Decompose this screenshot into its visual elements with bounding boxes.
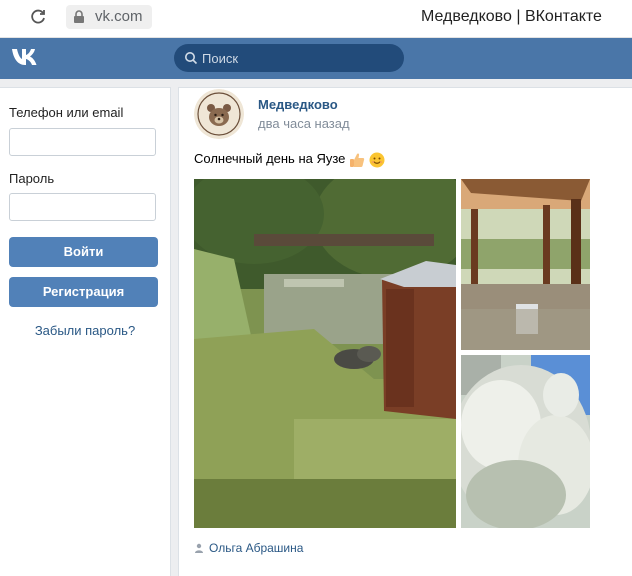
page-title: Медведково | ВКонтакте [421,8,602,25]
forgot-password-link[interactable]: Забыли пароль? [0,323,170,338]
person-icon [195,543,203,553]
post-author-link[interactable]: Медведково [258,97,338,112]
avatar[interactable] [194,89,244,139]
password-field[interactable] [9,193,156,221]
smiling-face-icon [369,152,385,168]
phone-label: Телефон или email [9,105,124,120]
search-icon [185,52,198,65]
thumbs-up-icon [350,153,365,167]
login-panel: Телефон или email Пароль Войти Регистрац… [0,87,171,576]
register-button[interactable]: Регистрация [9,277,158,307]
wooden-enclosure-photo[interactable] [461,179,590,350]
park-pond-ducks-photo[interactable] [194,179,456,528]
login-button[interactable]: Войти [9,237,158,267]
lock-icon [74,10,84,23]
browser-toolbar: vk.com Медведково | ВКонтакте [0,0,632,38]
bear-logo-icon [194,89,244,139]
post-time[interactable]: два часа назад [258,116,350,131]
blossoming-tree-photo[interactable] [461,355,590,528]
search-placeholder: Поиск [202,51,239,66]
address-bar[interactable]: vk.com [66,5,152,29]
post-text: Солнечный день на Яузе [194,151,385,168]
reload-icon[interactable] [29,8,47,26]
url-text: vk.com [95,8,143,25]
search-input[interactable]: Поиск [174,44,404,72]
phone-email-field[interactable] [9,128,156,156]
vk-logo-icon[interactable] [10,46,42,68]
password-label: Пароль [9,171,55,186]
signer-name: Ольга Абрашина [209,541,304,555]
photo-signer[interactable]: Ольга Абрашина [194,541,303,555]
post-text-body: Солнечный день на Яузе [194,151,346,166]
